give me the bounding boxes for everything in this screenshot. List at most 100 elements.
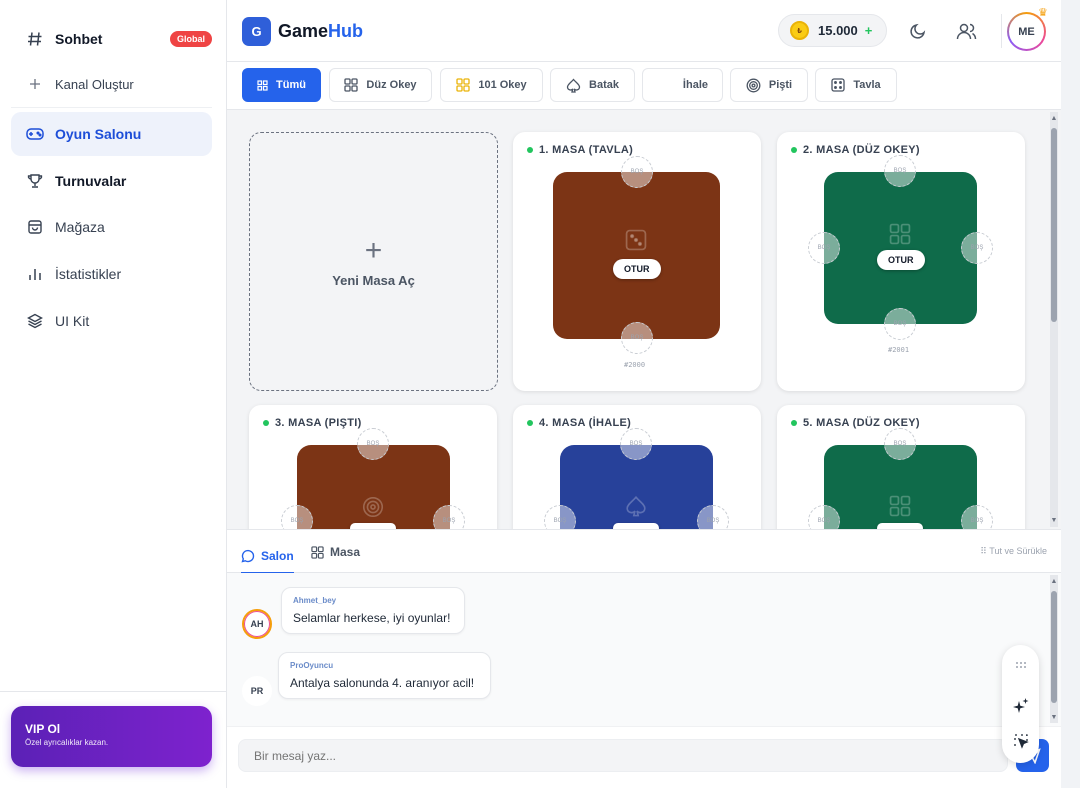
seat-empty[interactable]: BOŞ bbox=[620, 428, 652, 460]
seat-empty[interactable]: BOŞ bbox=[621, 156, 653, 188]
filter-duz-okey[interactable]: Düz Okey bbox=[329, 68, 432, 102]
message-author[interactable]: ProOyuncu bbox=[290, 661, 479, 670]
filter-tavla[interactable]: Tavla bbox=[815, 68, 897, 102]
table-title: 4. MASA (İHALE) bbox=[527, 417, 631, 429]
table-card[interactable]: 2. MASA (DÜZ OKEY) BOŞ BOŞ BOŞ BOŞ OTUR … bbox=[777, 132, 1025, 391]
scroll-down-arrow[interactable]: ▼ bbox=[1050, 517, 1058, 525]
table-card[interactable]: 1. MASA (TAVLA) BOŞ BOŞ OTUR #2000 bbox=[513, 132, 761, 391]
sit-button[interactable]: OTUR bbox=[877, 250, 925, 270]
online-dot bbox=[527, 147, 533, 153]
message-author[interactable]: Ahmet_bey bbox=[293, 596, 453, 605]
filter-label: Batak bbox=[589, 79, 619, 91]
chat-scrollbar[interactable]: ▲ ▼ bbox=[1050, 575, 1058, 723]
grid-icon bbox=[311, 545, 324, 559]
sidebar-item-statistics[interactable]: İstatistikler bbox=[11, 252, 212, 296]
filter-all[interactable]: Tümü bbox=[242, 68, 321, 102]
filter-ihale[interactable]: İhale bbox=[642, 68, 723, 102]
drag-hint-text: Tut ve Sürükle bbox=[989, 546, 1047, 556]
message-text: Antalya salonunda 4. aranıyor acil! bbox=[290, 676, 475, 690]
coin-amount: 15.000 bbox=[818, 23, 858, 38]
seat-empty[interactable]: BOŞ bbox=[621, 322, 653, 354]
spade-icon bbox=[625, 495, 647, 522]
gamepad-icon bbox=[26, 125, 44, 143]
table-card[interactable]: 3. MASA (PIŞTI) BOŞ BOŞ BOŞ bbox=[249, 405, 497, 529]
message-text: Selamlar herkese, iyi oyunlar! bbox=[293, 611, 451, 625]
sidebar-item-game-lobby[interactable]: Oyun Salonu bbox=[11, 112, 212, 156]
add-coins-button[interactable]: + bbox=[865, 23, 873, 38]
scroll-down-arrow[interactable]: ▼ bbox=[1050, 714, 1058, 722]
drag-dots-icon: ⠿ bbox=[980, 546, 990, 556]
sidebar-divider bbox=[0, 691, 227, 692]
scroll-up-arrow[interactable]: ▲ bbox=[1050, 115, 1058, 123]
sidebar-item-tournaments[interactable]: Turnuvalar bbox=[11, 159, 212, 203]
message-list: AH Ahmet_bey Selamlar herkese, iyi oyunl… bbox=[227, 573, 1061, 726]
filter-101-okey[interactable]: 101 Okey bbox=[440, 68, 543, 102]
grid-icon bbox=[456, 78, 470, 92]
bar-chart-icon bbox=[26, 265, 44, 283]
logo-hub-text: Hub bbox=[328, 21, 364, 41]
dark-mode-toggle[interactable] bbox=[907, 20, 929, 42]
filter-pisti[interactable]: Pişti bbox=[730, 68, 808, 102]
vip-card[interactable]: VIP Ol Özel ayrıcalıklar kazan. bbox=[11, 706, 212, 767]
seat-empty[interactable]: BOŞ bbox=[281, 505, 313, 529]
new-table-card[interactable]: + Yeni Masa Aç bbox=[249, 132, 498, 391]
seat-empty[interactable]: BOŞ bbox=[884, 428, 916, 460]
table-code: #2000 bbox=[624, 361, 646, 369]
tab-salon[interactable]: Salon bbox=[241, 540, 294, 574]
seat-empty[interactable]: BOŞ bbox=[884, 308, 916, 340]
message-input[interactable] bbox=[238, 739, 1008, 772]
new-table-label: Yeni Masa Aç bbox=[332, 272, 415, 288]
seat-empty[interactable]: BOŞ bbox=[433, 505, 465, 529]
seat-empty[interactable]: BOŞ bbox=[697, 505, 729, 529]
dice-icon bbox=[625, 229, 647, 256]
filter-batak[interactable]: Batak bbox=[550, 68, 635, 102]
avatar[interactable]: AH bbox=[242, 609, 272, 639]
table-title-text: 4. MASA (İHALE) bbox=[539, 417, 632, 429]
sidebar-item-ui-kit[interactable]: UI Kit bbox=[11, 299, 212, 343]
table-title: 1. MASA (TAVLA) bbox=[527, 144, 633, 156]
hash-icon bbox=[26, 30, 44, 48]
friends-button[interactable] bbox=[955, 20, 977, 42]
tab-label: Masa bbox=[330, 545, 361, 559]
sparkles-button[interactable] bbox=[1011, 695, 1030, 714]
sit-button[interactable]: OTUR bbox=[613, 259, 661, 279]
app-logo[interactable]: GameHub bbox=[278, 21, 363, 42]
table-card[interactable]: 4. MASA (İHALE) BOŞ BOŞ BOŞ bbox=[513, 405, 761, 529]
avatar[interactable]: PR bbox=[242, 676, 272, 706]
message-bubble: Ahmet_bey Selamlar herkese, iyi oyunlar! bbox=[281, 587, 465, 634]
target-icon bbox=[362, 496, 384, 523]
tab-masa[interactable]: Masa bbox=[311, 540, 360, 564]
spade-icon bbox=[566, 77, 581, 93]
seat-empty[interactable]: BOŞ bbox=[884, 155, 916, 187]
seat-empty[interactable]: BOŞ bbox=[961, 505, 993, 529]
game-filter-bar: Tümü Düz Okey 101 Okey Batak İhale Pişti… bbox=[227, 62, 1061, 110]
sidebar-item-label: UI Kit bbox=[55, 313, 90, 329]
logo-mark[interactable]: G bbox=[242, 17, 271, 46]
sidebar-item-create-channel[interactable]: Kanal Oluştur bbox=[11, 62, 212, 106]
seat-empty[interactable]: BOŞ bbox=[961, 232, 993, 264]
filter-label: Pişti bbox=[768, 79, 793, 91]
sidebar-item-store[interactable]: Mağaza bbox=[11, 205, 212, 249]
scroll-up-arrow[interactable]: ▲ bbox=[1050, 578, 1058, 586]
table-grid: + Yeni Masa Aç 1. MASA (TAVLA) BOŞ BOŞ O… bbox=[227, 110, 1061, 529]
vip-title: VIP Ol bbox=[25, 722, 61, 736]
online-dot bbox=[791, 147, 797, 153]
users-icon bbox=[956, 23, 976, 40]
coin-balance[interactable]: ₺ 15.000 + bbox=[778, 14, 887, 47]
sidebar: Sohbet Global Kanal Oluştur Oyun Salonu … bbox=[0, 0, 227, 788]
select-tool-button[interactable] bbox=[1011, 731, 1030, 750]
header-divider bbox=[1001, 14, 1002, 48]
drag-handle-hint[interactable]: ⠿ Tut ve Sürükle bbox=[980, 546, 1047, 557]
drag-handle[interactable] bbox=[1011, 655, 1030, 674]
filter-label: 101 Okey bbox=[478, 79, 527, 91]
avatar-initials: ME bbox=[1009, 14, 1044, 49]
seat-empty[interactable]: BOŞ bbox=[544, 505, 576, 529]
seat-empty[interactable]: BOŞ bbox=[808, 232, 840, 264]
scrollbar-thumb[interactable] bbox=[1051, 591, 1057, 703]
scrollbar-thumb[interactable] bbox=[1051, 128, 1057, 322]
table-card[interactable]: 5. MASA (DÜZ OKEY) BOŞ BOŞ BOŞ bbox=[777, 405, 1025, 529]
chat-panel: Salon Masa ⠿ Tut ve Sürükle AH Ahmet_bey… bbox=[227, 529, 1061, 788]
seat-empty[interactable]: BOŞ bbox=[357, 428, 389, 460]
seat-empty[interactable]: BOŞ bbox=[808, 505, 840, 529]
content-scrollbar[interactable]: ▲ ▼ bbox=[1050, 112, 1058, 527]
